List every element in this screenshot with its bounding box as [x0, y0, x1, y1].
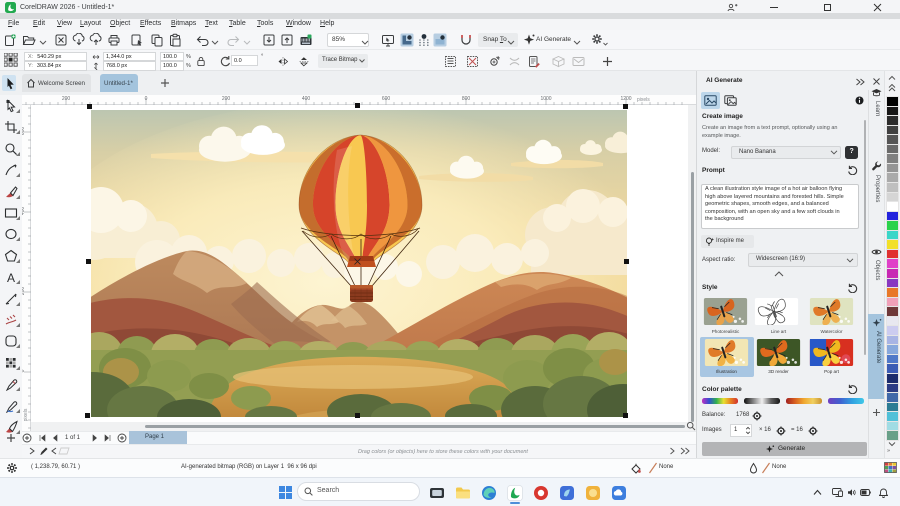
- svg-text:A: A: [7, 271, 15, 284]
